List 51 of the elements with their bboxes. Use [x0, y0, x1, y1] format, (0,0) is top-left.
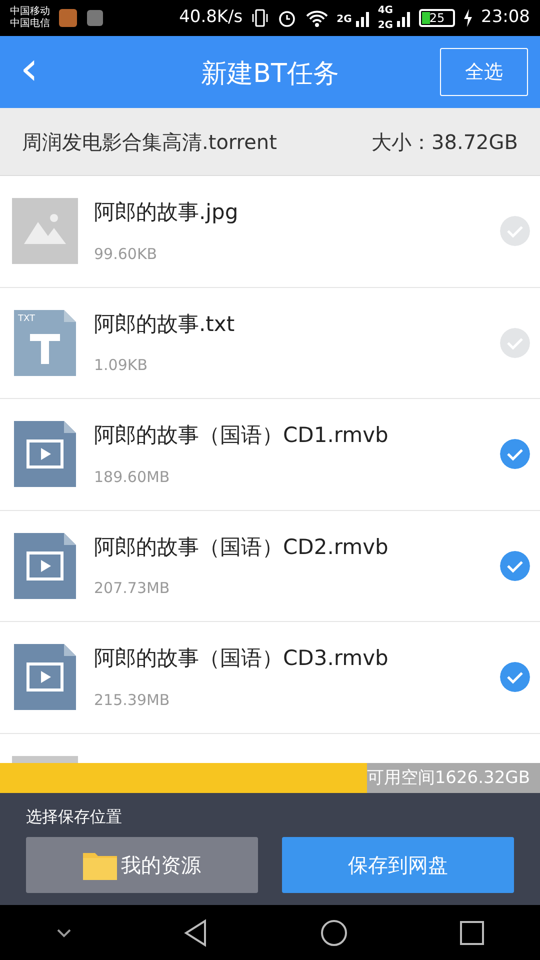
recents-icon[interactable] — [458, 920, 484, 946]
torrent-size: 大小：38.72GB — [372, 128, 518, 156]
text-file-icon — [14, 310, 76, 376]
my-resources-button[interactable]: 我的资源 — [26, 837, 258, 893]
clock-time: 23:08 — [481, 6, 530, 30]
network-label: 4G — [378, 4, 393, 18]
alarm-icon — [276, 8, 297, 28]
unchecked-icon[interactable] — [500, 328, 530, 358]
chevron-down-icon[interactable] — [56, 928, 72, 938]
battery-indicator: 25 — [419, 9, 455, 27]
signal-icon — [397, 9, 411, 27]
torrent-name: 周润发电影合集高清.torrent — [22, 128, 277, 156]
network-speed: 40.8K/s — [179, 6, 243, 30]
app-icon — [58, 8, 78, 28]
file-size: 215.39MB — [94, 690, 171, 711]
carrier-name: 中国电信 — [10, 18, 50, 30]
save-location-label: 选择保存位置 — [26, 806, 123, 828]
file-name: 阿郎的故事.jpg — [94, 199, 238, 226]
file-name: 阿郎的故事.txt — [94, 310, 235, 338]
checked-icon[interactable] — [500, 439, 530, 470]
unchecked-icon[interactable] — [500, 216, 530, 246]
carrier-name: 中国移动 — [10, 6, 50, 18]
page-title: 新建BT任务 — [200, 58, 340, 91]
free-space-label: 可用空间1626.32GB — [366, 767, 530, 790]
signal-icon — [356, 9, 370, 27]
icon-label: TXT — [18, 314, 36, 324]
file-size: 207.73MB — [94, 578, 171, 600]
home-icon[interactable] — [320, 918, 348, 946]
wifi-icon — [304, 8, 329, 28]
checked-icon[interactable] — [500, 662, 530, 692]
gallery-icon — [86, 9, 104, 27]
video-file-icon — [12, 644, 78, 710]
file-size: 99.60KB — [94, 244, 158, 265]
file-size: 189.60MB — [94, 466, 171, 488]
file-name: 阿郎的故事（国语）CD1.rmvb — [94, 422, 388, 450]
save-to-cloud-button[interactable]: 保存到网盘 — [282, 837, 514, 893]
vibrate-icon — [250, 8, 269, 28]
back-icon[interactable] — [182, 918, 208, 946]
video-file-icon — [12, 421, 78, 488]
checked-icon[interactable] — [500, 550, 530, 581]
file-name: 阿郎的故事（国语）CD2.rmvb — [94, 534, 388, 561]
folder-icon — [83, 850, 117, 880]
charging-icon — [463, 9, 473, 27]
network-label: 2G — [378, 19, 393, 33]
network-label: 2G — [336, 13, 352, 27]
file-size: 1.09KB — [94, 355, 149, 376]
video-file-icon — [12, 532, 78, 599]
image-file-icon — [12, 198, 78, 264]
back-button[interactable]: ‹ — [0, 45, 60, 99]
select-all-button[interactable]: 全选 — [440, 48, 528, 96]
file-name: 阿郎的故事（国语）CD3.rmvb — [94, 645, 388, 672]
